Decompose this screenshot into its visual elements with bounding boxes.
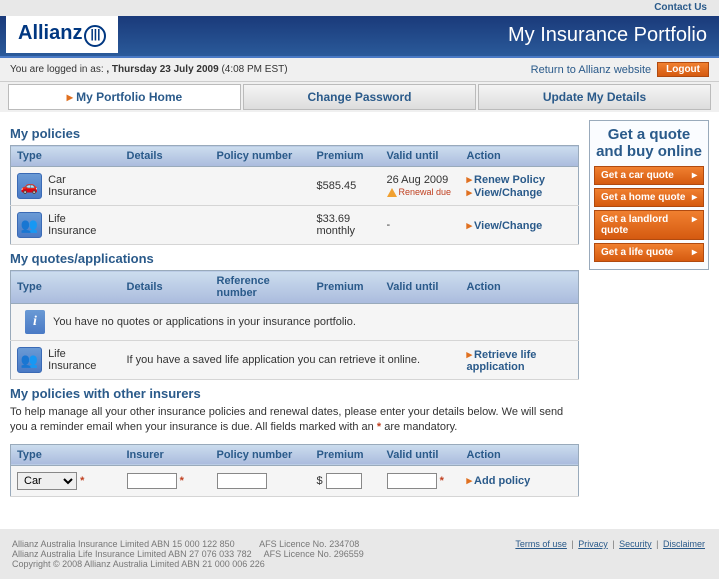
type-select[interactable]: Car xyxy=(17,472,77,490)
premium-input[interactable] xyxy=(326,473,362,489)
footer: Allianz Australia Insurance Limited ABN … xyxy=(0,529,719,579)
quote-panel: Get a quoteand buy online Get a car quot… xyxy=(589,120,709,270)
return-link[interactable]: Return to Allianz website xyxy=(531,64,651,76)
logout-button[interactable]: Logout xyxy=(657,62,709,77)
section-other-insurers: My policies with other insurers xyxy=(10,386,579,401)
chevron-right-icon: ▸ xyxy=(692,214,697,236)
allianz-eagle-icon xyxy=(84,25,106,47)
renew-policy-link[interactable]: ▸Renew Policy xyxy=(467,174,545,186)
policy-number-input[interactable] xyxy=(217,473,267,489)
disclaimer-link[interactable]: Disclaimer xyxy=(663,539,705,549)
contact-link[interactable]: Contact Us xyxy=(654,2,707,13)
get-life-quote-button[interactable]: Get a life quote▸ xyxy=(594,243,704,262)
insurer-input[interactable] xyxy=(127,473,177,489)
car-icon: 🚗 xyxy=(17,173,42,199)
table-row: 🚗Car Insurance $585.45 26 Aug 2009Renewa… xyxy=(11,167,579,206)
table-row: Car * * $ * ▸Add policy xyxy=(11,465,579,496)
people-icon: 👥 xyxy=(17,212,42,238)
people-icon: 👥 xyxy=(17,347,42,373)
view-change-link[interactable]: ▸View/Change xyxy=(467,220,543,232)
get-landlord-quote-button[interactable]: Get a landlord quote▸ xyxy=(594,210,704,240)
privacy-link[interactable]: Privacy xyxy=(578,539,608,549)
terms-link[interactable]: Terms of use xyxy=(515,539,567,549)
policies-table: Type Details Policy number Premium Valid… xyxy=(10,145,579,245)
tab-update-details[interactable]: Update My Details xyxy=(478,84,711,110)
page-title: My Insurance Portfolio xyxy=(508,24,707,47)
chevron-right-icon: ▸ xyxy=(692,170,697,181)
valid-until-input[interactable] xyxy=(387,473,437,489)
table-row: 👥Life Insurance $33.69 monthly - ▸View/C… xyxy=(11,206,579,245)
warning-icon xyxy=(387,188,397,197)
header: Allianz My Insurance Portfolio xyxy=(0,16,719,58)
info-icon: i xyxy=(25,310,45,334)
login-bar: You are logged in as: , Thursday 23 July… xyxy=(0,58,719,82)
section-my-policies: My policies xyxy=(10,126,579,141)
add-policy-link[interactable]: ▸Add policy xyxy=(467,475,531,487)
chevron-right-icon: ▸ xyxy=(692,247,697,258)
get-home-quote-button[interactable]: Get a home quote▸ xyxy=(594,188,704,207)
tab-portfolio-home[interactable]: ▸ My Portfolio Home xyxy=(8,84,241,110)
table-row: 👥Life Insurance If you have a saved life… xyxy=(11,341,579,380)
quotes-table: Type Details Reference number Premium Va… xyxy=(10,270,579,380)
table-row: iYou have no quotes or applications in y… xyxy=(11,304,579,341)
chevron-right-icon: ▸ xyxy=(692,192,697,203)
security-link[interactable]: Security xyxy=(619,539,652,549)
section-my-quotes: My quotes/applications xyxy=(10,251,579,266)
view-change-link[interactable]: ▸View/Change xyxy=(467,187,543,199)
chevron-right-icon: ▸ xyxy=(67,90,73,104)
get-car-quote-button[interactable]: Get a car quote▸ xyxy=(594,166,704,185)
other-table: Type Insurer Policy number Premium Valid… xyxy=(10,444,579,497)
tab-change-password[interactable]: Change Password xyxy=(243,84,476,110)
retrieve-life-link[interactable]: ▸Retrieve life application xyxy=(467,349,537,373)
logo: Allianz xyxy=(6,16,118,53)
other-intro: To help manage all your other insurance … xyxy=(10,405,579,436)
